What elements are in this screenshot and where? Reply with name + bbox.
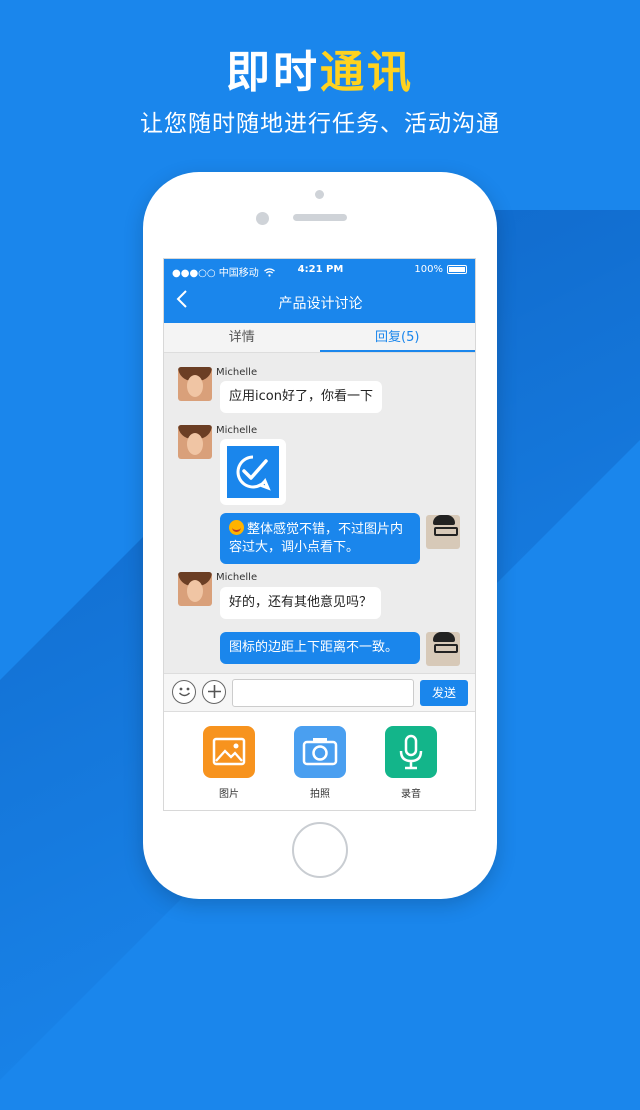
- avatar-me[interactable]: [426, 632, 460, 666]
- camera-icon: [294, 726, 346, 778]
- message-bubble-incoming[interactable]: 应用icon好了，你看一下: [220, 381, 382, 413]
- phone-front-sensor: [315, 190, 324, 199]
- message-bubble-incoming[interactable]: 好的，还有其他意见吗？: [220, 587, 382, 619]
- microphone-icon: [385, 726, 437, 778]
- smiley-icon[interactable]: [172, 680, 196, 704]
- tab-details[interactable]: 详情: [164, 323, 320, 352]
- hero-subtitle: 让您随时随地进行任务、活动沟通: [140, 111, 500, 137]
- hero-title-white: 即时: [226, 47, 320, 98]
- tool-label: 图片: [219, 789, 239, 800]
- avatar-michelle[interactable]: [178, 425, 212, 459]
- sender-name: Michelle: [216, 572, 258, 583]
- message-bubble-outgoing[interactable]: 图标的边距上下距离不一致。: [220, 632, 420, 664]
- tab-bar: 详情 回复(5): [164, 323, 475, 353]
- tool-label: 录音: [401, 789, 421, 800]
- tool-camera[interactable]: 拍照: [294, 726, 346, 800]
- message-bubble-outgoing[interactable]: 整体感觉不错，不过图片内 容过大，调小点看下。: [220, 513, 420, 564]
- avatar-michelle[interactable]: [178, 367, 212, 401]
- message-input[interactable]: [232, 679, 414, 707]
- picture-icon: [203, 726, 255, 778]
- status-bar: ●●●○○ 中国移动 4:21 PM 100%: [164, 259, 475, 281]
- battery-icon: [447, 265, 467, 274]
- plus-icon[interactable]: [202, 680, 226, 704]
- sender-name: Michelle: [216, 425, 258, 436]
- image-message-bubble[interactable]: [220, 439, 286, 505]
- send-button[interactable]: 发送: [420, 680, 468, 706]
- avatar-michelle[interactable]: [178, 572, 212, 606]
- tab-replies[interactable]: 回复(5): [319, 323, 475, 352]
- chat-title: 产品设计讨论: [278, 296, 363, 312]
- tool-voice[interactable]: 录音: [385, 726, 437, 800]
- sender-name: Michelle: [216, 367, 258, 378]
- hero-title-yellow: 通讯: [320, 47, 414, 98]
- message-list: Michelle 应用icon好了，你看一下 Michelle 整体感觉不错，不…: [164, 353, 475, 673]
- avatar-me[interactable]: [426, 515, 460, 549]
- hero-title: 即时通讯: [0, 36, 640, 100]
- input-bar: 发送: [164, 673, 475, 711]
- tool-picture[interactable]: 图片: [203, 726, 255, 800]
- tool-label: 拍照: [310, 789, 330, 800]
- phone-camera-lens: [256, 212, 269, 225]
- phone-screen: ●●●○○ 中国移动 4:21 PM 100% 产品设计讨论 详情 回复(5) …: [163, 258, 476, 811]
- attachment-panel: 图片 拍照 录音: [164, 711, 475, 810]
- nav-bar: 产品设计讨论: [164, 281, 475, 323]
- phone-home-button[interactable]: [292, 822, 348, 878]
- phone-speaker: [293, 214, 347, 221]
- battery-status: 100%: [414, 264, 467, 275]
- chat-check-logo-icon: [227, 446, 279, 498]
- smiley-emoji-icon: [229, 520, 244, 535]
